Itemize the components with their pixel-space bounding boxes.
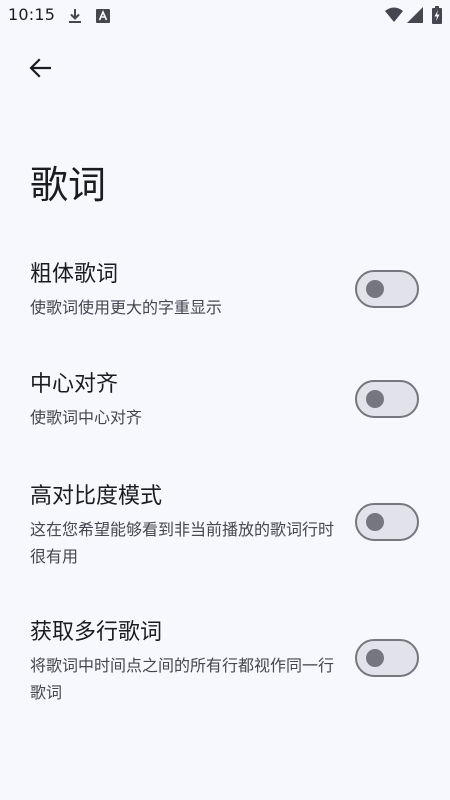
status-time: 10:15 xyxy=(8,5,56,24)
toggle-thumb xyxy=(366,649,384,667)
toggle-thumb xyxy=(366,390,384,408)
bold-lyrics-toggle[interactable] xyxy=(355,270,419,308)
setting-center-align[interactable]: 中心对齐 使歌词中心对齐 xyxy=(0,370,450,432)
status-bar: 10:15 xyxy=(0,0,450,32)
setting-title: 高对比度模式 xyxy=(30,484,163,509)
setting-description: 这在您希望能够看到非当前播放的歌词行时很有用 xyxy=(30,520,335,566)
setting-description: 使歌词使用更大的字重显示 xyxy=(30,298,223,317)
setting-high-contrast[interactable]: 高对比度模式 这在您希望能够看到非当前播放的歌词行时很有用 xyxy=(0,482,450,568)
multiline-lyrics-toggle[interactable] xyxy=(355,639,419,677)
download-icon xyxy=(68,8,82,28)
high-contrast-toggle[interactable] xyxy=(355,503,419,541)
setting-description: 将歌词中时间点之间的所有行都视作同一行歌词 xyxy=(30,656,335,702)
wifi-icon xyxy=(385,7,403,27)
signal-icon xyxy=(407,7,423,27)
app-icon xyxy=(96,8,110,27)
setting-bold-lyrics[interactable]: 粗体歌词 使歌词使用更大的字重显示 xyxy=(0,260,450,330)
setting-title: 粗体歌词 xyxy=(30,262,119,287)
toggle-thumb xyxy=(366,513,384,531)
setting-description: 使歌词中心对齐 xyxy=(30,408,143,427)
setting-multiline-lyrics[interactable]: 获取多行歌词 将歌词中时间点之间的所有行都视作同一行歌词 xyxy=(0,618,450,704)
back-button[interactable] xyxy=(16,48,64,92)
battery-icon xyxy=(432,6,442,28)
center-align-toggle[interactable] xyxy=(355,380,419,418)
setting-title: 中心对齐 xyxy=(30,372,119,397)
arrow-back-icon xyxy=(29,57,52,83)
page-title: 歌词 xyxy=(30,163,107,207)
toggle-thumb xyxy=(366,280,384,298)
lyrics-settings-screen: 10:15 歌词 粗体歌词 使歌词使用更大的字重显示 中心对齐 使歌词中心对齐 … xyxy=(0,0,450,800)
setting-title: 获取多行歌词 xyxy=(30,620,163,645)
